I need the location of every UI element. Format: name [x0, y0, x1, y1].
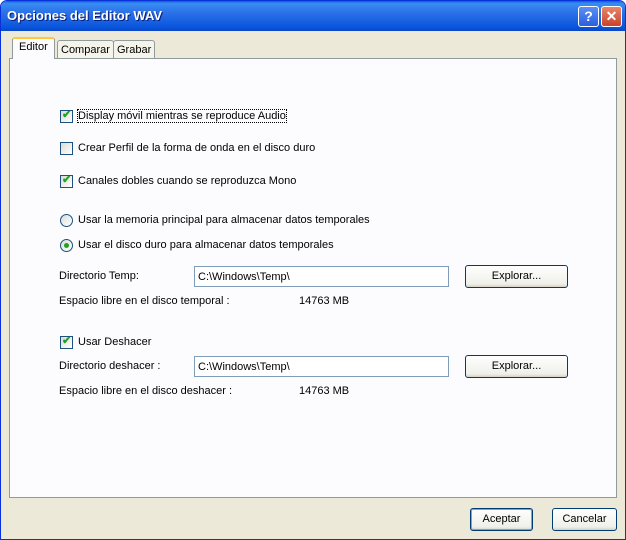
memoria-radio-label[interactable]: Usar la memoria principal para almacenar… [78, 214, 370, 226]
undo-free-label: Espacio libre en el disco deshacer : [59, 385, 233, 397]
disco-radio[interactable] [60, 239, 73, 252]
check-icon: ✔ [62, 174, 72, 186]
undo-browse-button[interactable]: Explorar... [465, 355, 568, 378]
temp-browse-button[interactable]: Explorar... [465, 265, 568, 288]
temp-dir-input[interactable] [194, 266, 449, 287]
usar-deshacer-checkbox[interactable]: ✔ [60, 335, 73, 349]
window-title: Opciones del Editor WAV [7, 8, 163, 23]
ok-button[interactable]: Aceptar [470, 508, 533, 531]
canales-dobles-checkbox[interactable]: ✔ [60, 174, 73, 188]
temp-free-value: 14763 MB [299, 295, 350, 307]
undo-free-value: 14763 MB [299, 385, 350, 397]
display-movil-checkbox[interactable]: ✔ [60, 109, 73, 123]
undo-dir-label: Directorio deshacer : [59, 360, 161, 372]
display-movil-label[interactable]: Display móvil mientras se reproduce Audi… [77, 109, 287, 123]
cancel-button[interactable]: Cancelar [552, 508, 617, 531]
crear-perfil-label[interactable]: Crear Perfil de la forma de onda en el d… [78, 142, 315, 154]
check-icon: ✔ [62, 335, 72, 347]
radio-selected-dot [64, 243, 69, 248]
disco-radio-label[interactable]: Usar el disco duro para almacenar datos … [78, 239, 334, 251]
help-icon[interactable]: ? [578, 6, 599, 27]
memoria-radio[interactable] [60, 214, 73, 227]
tab-panel-editor: ✔ Display móvil mientras se reproduce Au… [9, 58, 617, 498]
crear-perfil-checkbox[interactable] [60, 142, 73, 155]
canales-dobles-label[interactable]: Canales dobles cuando se reproduzca Mono [78, 175, 296, 187]
tab-editor[interactable]: Editor [12, 37, 55, 59]
close-icon[interactable]: ✕ [601, 6, 622, 27]
tab-grabar[interactable]: Grabar [113, 40, 156, 58]
temp-free-label: Espacio libre en el disco temporal : [59, 295, 230, 307]
usar-deshacer-label[interactable]: Usar Deshacer [78, 336, 151, 348]
dialog-window: Opciones del Editor WAV ? ✕ Editor Compa… [0, 0, 626, 540]
check-icon: ✔ [62, 109, 72, 121]
undo-dir-input[interactable] [194, 356, 449, 377]
tab-comparar[interactable]: Comparar [57, 40, 114, 58]
temp-dir-label: Directorio Temp: [59, 270, 139, 282]
title-bar[interactable]: Opciones del Editor WAV ? ✕ [1, 1, 625, 31]
